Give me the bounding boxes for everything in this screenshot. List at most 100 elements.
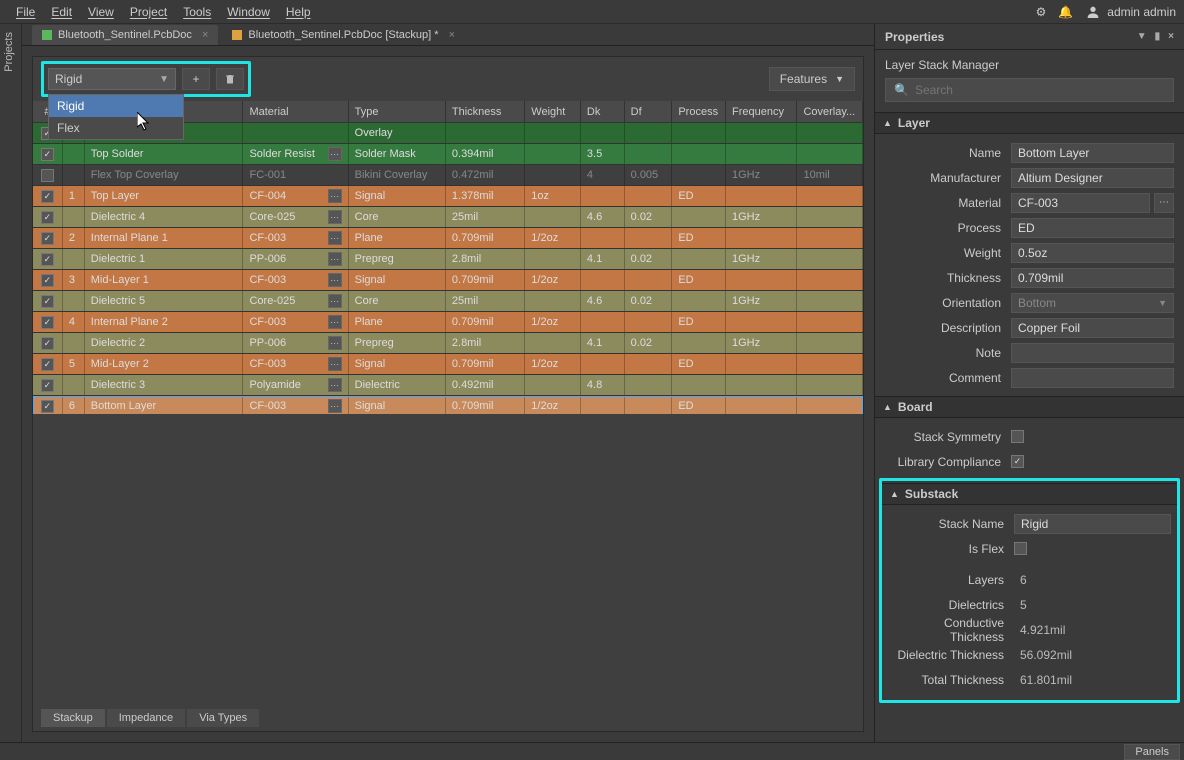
pin-icon[interactable]: ▼ bbox=[1137, 31, 1147, 42]
menu-tools[interactable]: Tools bbox=[175, 2, 219, 22]
material-picker-button[interactable]: ⋯ bbox=[328, 210, 342, 224]
col-coverlay[interactable]: Coverlay... bbox=[797, 101, 863, 122]
row-checkbox[interactable] bbox=[41, 169, 54, 182]
prop-name-field[interactable]: Bottom Layer bbox=[1011, 143, 1174, 163]
prop-process-field[interactable]: ED bbox=[1011, 218, 1174, 238]
panels-button[interactable]: Panels bbox=[1124, 744, 1180, 760]
stack-symmetry-checkbox[interactable] bbox=[1011, 430, 1024, 443]
row-checkbox[interactable]: ✓ bbox=[41, 400, 54, 413]
main-area: Rigid ▼ + Rigid Flex Features ▼ # bbox=[22, 46, 874, 742]
substack-dropdown[interactable]: Rigid ▼ bbox=[48, 68, 176, 90]
material-picker-button[interactable]: ⋯ bbox=[328, 378, 342, 392]
close-icon[interactable]: × bbox=[202, 29, 208, 41]
col-material[interactable]: Material bbox=[243, 101, 348, 122]
material-picker-button[interactable]: ⋯ bbox=[328, 315, 342, 329]
table-row[interactable]: ✓Dielectric 2PP-006⋯Prepreg2.8mil4.10.02… bbox=[33, 333, 863, 354]
table-row[interactable]: ✓1Top LayerCF-004⋯Signal1.378mil1ozED bbox=[33, 186, 863, 207]
row-checkbox[interactable]: ✓ bbox=[41, 379, 54, 392]
section-board[interactable]: ▲Board bbox=[875, 396, 1184, 418]
chevron-down-icon: ▼ bbox=[159, 74, 169, 85]
table-row[interactable]: ✓2Internal Plane 1CF-003⋯Plane0.709mil1/… bbox=[33, 228, 863, 249]
row-checkbox[interactable]: ✓ bbox=[41, 211, 54, 224]
col-type[interactable]: Type bbox=[349, 101, 446, 122]
row-checkbox[interactable]: ✓ bbox=[41, 295, 54, 308]
search-box[interactable]: 🔍 bbox=[885, 78, 1174, 102]
menu-view[interactable]: View bbox=[80, 2, 122, 22]
stack-name-field[interactable]: Rigid bbox=[1014, 514, 1171, 534]
user-badge[interactable]: admin admin bbox=[1085, 4, 1176, 20]
menu-help[interactable]: Help bbox=[278, 2, 319, 22]
prop-material-field[interactable]: CF-003 bbox=[1011, 193, 1150, 213]
row-checkbox[interactable]: ✓ bbox=[41, 316, 54, 329]
menu-project[interactable]: Project bbox=[122, 2, 175, 22]
col-dk[interactable]: Dk bbox=[581, 101, 625, 122]
row-checkbox[interactable]: ✓ bbox=[41, 190, 54, 203]
menu-window[interactable]: Window bbox=[219, 2, 278, 22]
prop-description-field[interactable]: Copper Foil bbox=[1011, 318, 1174, 338]
row-checkbox[interactable]: ✓ bbox=[41, 232, 54, 245]
delete-substack-button[interactable] bbox=[216, 68, 244, 90]
table-row[interactable]: ✓3Mid-Layer 1CF-003⋯Signal0.709mil1/2ozE… bbox=[33, 270, 863, 291]
col-df[interactable]: Df bbox=[625, 101, 673, 122]
material-picker-button[interactable]: ⋯ bbox=[328, 399, 342, 413]
row-checkbox[interactable]: ✓ bbox=[41, 148, 54, 161]
menu-edit[interactable]: Edit bbox=[43, 2, 80, 22]
menu-file[interactable]: File bbox=[8, 2, 43, 22]
table-row[interactable]: ✓Dielectric 3Polyamide⋯Dielectric0.492mi… bbox=[33, 375, 863, 396]
col-process[interactable]: Process bbox=[672, 101, 726, 122]
material-picker-button[interactable]: ⋯ bbox=[328, 336, 342, 350]
dropdown-item-flex[interactable]: Flex bbox=[49, 117, 183, 139]
section-substack[interactable]: ▲Substack bbox=[882, 483, 1177, 505]
close-icon[interactable]: × bbox=[1168, 31, 1174, 42]
tab-stackup[interactable]: Bluetooth_Sentinel.PcbDoc [Stackup] * × bbox=[222, 25, 465, 45]
table-row[interactable]: ✓Dielectric 4Core-025⋯Core25mil4.60.021G… bbox=[33, 207, 863, 228]
table-row[interactable]: ✓Dielectric 1PP-006⋯Prepreg2.8mil4.10.02… bbox=[33, 249, 863, 270]
is-flex-checkbox[interactable] bbox=[1014, 542, 1027, 555]
close-icon[interactable]: × bbox=[449, 29, 455, 41]
material-picker-button[interactable]: ⋯ bbox=[328, 189, 342, 203]
dock-icon[interactable]: ▮ bbox=[1155, 31, 1161, 42]
prop-note-field[interactable] bbox=[1011, 343, 1174, 363]
bell-icon[interactable]: 🔔 bbox=[1058, 5, 1073, 19]
row-checkbox[interactable]: ✓ bbox=[41, 274, 54, 287]
library-compliance-checkbox[interactable]: ✓ bbox=[1011, 455, 1024, 468]
col-frequency[interactable]: Frequency bbox=[726, 101, 797, 122]
prop-comment-field[interactable] bbox=[1011, 368, 1174, 388]
grid-body[interactable]: ✓Top OverlayOverlay✓Top SolderSolder Res… bbox=[33, 123, 863, 414]
table-row[interactable]: Flex Top CoverlayFC-001Bikini Coverlay0.… bbox=[33, 165, 863, 186]
row-checkbox[interactable]: ✓ bbox=[41, 358, 54, 371]
add-substack-button[interactable]: + bbox=[182, 68, 210, 90]
doc-icon bbox=[42, 30, 52, 40]
row-checkbox[interactable]: ✓ bbox=[41, 337, 54, 350]
tab-pcbdoc[interactable]: Bluetooth_Sentinel.PcbDoc × bbox=[32, 25, 218, 45]
table-row[interactable]: ✓Dielectric 5Core-025⋯Core25mil4.60.021G… bbox=[33, 291, 863, 312]
table-row[interactable]: ✓6Bottom LayerCF-003⋯Signal0.709mil1/2oz… bbox=[33, 396, 863, 414]
features-button[interactable]: Features ▼ bbox=[769, 67, 855, 91]
material-picker-button[interactable]: ⋯ bbox=[328, 294, 342, 308]
material-picker-button[interactable]: ⋯ bbox=[328, 252, 342, 266]
table-row[interactable]: ✓Top SolderSolder Resist⋯Solder Mask0.39… bbox=[33, 144, 863, 165]
material-browse-button[interactable]: ⋯ bbox=[1154, 193, 1174, 213]
projects-tab[interactable]: Projects bbox=[0, 24, 18, 80]
dropdown-item-rigid[interactable]: Rigid bbox=[49, 95, 183, 117]
gear-icon[interactable]: ⚙ bbox=[1036, 5, 1047, 19]
btab-stackup[interactable]: Stackup bbox=[41, 709, 105, 727]
btab-impedance[interactable]: Impedance bbox=[107, 709, 185, 727]
table-row[interactable]: ✓5Mid-Layer 2CF-003⋯Signal0.709mil1/2ozE… bbox=[33, 354, 863, 375]
substack-dropdown-menu: Rigid Flex bbox=[48, 94, 184, 140]
col-thickness[interactable]: Thickness bbox=[446, 101, 525, 122]
row-checkbox[interactable]: ✓ bbox=[41, 253, 54, 266]
search-input[interactable] bbox=[915, 83, 1165, 97]
material-picker-button[interactable]: ⋯ bbox=[328, 273, 342, 287]
material-picker-button[interactable]: ⋯ bbox=[328, 231, 342, 245]
section-layer[interactable]: ▲Layer bbox=[875, 112, 1184, 134]
table-row[interactable]: ✓4Internal Plane 2CF-003⋯Plane0.709mil1/… bbox=[33, 312, 863, 333]
btab-viatypes[interactable]: Via Types bbox=[187, 709, 259, 727]
prop-thickness-field[interactable]: 0.709mil bbox=[1011, 268, 1174, 288]
prop-manufacturer-field[interactable]: Altium Designer bbox=[1011, 168, 1174, 188]
material-picker-button[interactable]: ⋯ bbox=[328, 147, 342, 161]
material-picker-button[interactable]: ⋯ bbox=[328, 357, 342, 371]
prop-weight-field[interactable]: 0.5oz bbox=[1011, 243, 1174, 263]
prop-orientation-field[interactable]: Bottom▼ bbox=[1011, 293, 1174, 313]
col-weight[interactable]: Weight bbox=[525, 101, 581, 122]
